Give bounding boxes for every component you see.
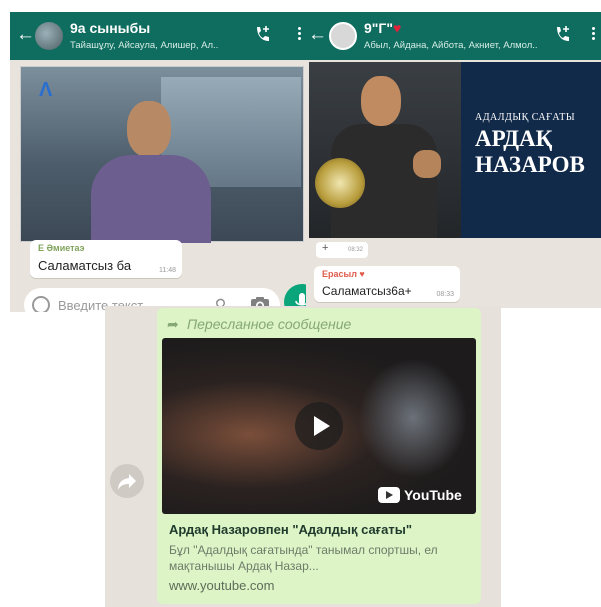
championship-belt bbox=[315, 158, 365, 208]
youtube-brand: YouTube bbox=[404, 487, 462, 503]
group-avatar[interactable] bbox=[35, 22, 63, 50]
link-title[interactable]: Ардақ Назаровпен "Адалдық сағаты" bbox=[169, 522, 412, 537]
chat-title-text: 9"Г" bbox=[364, 20, 393, 36]
chat-title[interactable]: 9"Г"♥ bbox=[364, 20, 401, 36]
youtube-play-icon bbox=[378, 487, 400, 503]
share-button[interactable] bbox=[110, 464, 144, 498]
channel-logo-icon: Λ bbox=[39, 79, 53, 101]
reaction-text: + bbox=[322, 242, 329, 254]
message-sender: Ерасыл ♥ bbox=[322, 269, 365, 279]
chat-participants: Абыл, Айдана, Айбота, Акниет, Алмол.. bbox=[364, 40, 538, 51]
forwarded-message-screen: ➦ Пересланное сообщение YouTube Ардақ На… bbox=[105, 306, 501, 607]
menu-icon[interactable] bbox=[298, 27, 302, 43]
reaction-bubble[interactable]: + 08:32 bbox=[316, 242, 368, 258]
video-line-2: АРДАҚ bbox=[475, 126, 553, 151]
person-body bbox=[91, 155, 211, 243]
link-description: Бұл "Адалдық сағатында" танымал спортшы,… bbox=[169, 543, 438, 573]
video-line-3: НАЗАРОВ bbox=[475, 152, 585, 177]
menu-icon[interactable] bbox=[592, 27, 596, 43]
message-sender: Е Әмиетаэ bbox=[38, 243, 85, 253]
boxer-head bbox=[361, 76, 401, 126]
forward-arrow-icon: ➦ bbox=[167, 316, 179, 332]
add-call-icon[interactable] bbox=[254, 24, 272, 44]
boxer-photo bbox=[309, 62, 461, 238]
link-url[interactable]: www.youtube.com bbox=[169, 578, 275, 593]
play-icon bbox=[314, 416, 330, 436]
emoji-icon[interactable] bbox=[32, 296, 50, 312]
back-arrow-icon[interactable]: ← bbox=[308, 25, 327, 45]
chat-participants: Тайашұлу, Айсаула, Алишер, Ал.. bbox=[70, 40, 219, 51]
group-avatar[interactable] bbox=[329, 22, 357, 50]
forwarded-message-bubble[interactable]: ➦ Пересланное сообщение YouTube Ардақ На… bbox=[157, 308, 481, 604]
right-chat-header: ← 9"Г"♥ Абыл, Айдана, Айбота, Акниет, Ал… bbox=[306, 12, 601, 60]
heart-icon: ♥ bbox=[393, 20, 402, 36]
message-time: 08:33 bbox=[436, 291, 454, 298]
reaction-time: 08:32 bbox=[347, 247, 363, 253]
video-line-1: АДАЛДЫҚ САҒАТЫ bbox=[475, 112, 576, 123]
video-thumbnail[interactable]: Λ bbox=[20, 66, 304, 243]
left-chat-screen: ← 9а сыныбы Тайашұлу, Айсаула, Алишер, А… bbox=[10, 12, 306, 312]
video-thumbnail[interactable]: АДАЛДЫҚ САҒАТЫ АРДАҚ НАЗАРОВ bbox=[309, 62, 601, 238]
play-button[interactable] bbox=[295, 402, 343, 450]
chat-title[interactable]: 9а сыныбы bbox=[70, 20, 150, 36]
message-text: Саламатсыз ба bbox=[38, 258, 132, 273]
share-arrow-icon bbox=[118, 474, 136, 490]
forwarded-label: Пересланное сообщение bbox=[187, 316, 352, 332]
left-chat-header: ← 9а сыныбы Тайашұлу, Айсаула, Алишер, А… bbox=[10, 12, 306, 60]
video-title-card: АДАЛДЫҚ САҒАТЫ АРДАҚ НАЗАРОВ bbox=[465, 62, 601, 238]
message-text: Саламатсыз6а+ bbox=[322, 284, 412, 298]
add-call-icon[interactable] bbox=[554, 24, 572, 44]
video-blur bbox=[358, 358, 468, 478]
youtube-video-preview[interactable]: YouTube bbox=[162, 338, 476, 514]
right-chat-screen: ← 9"Г"♥ Абыл, Айдана, Айбота, Акниет, Ал… bbox=[306, 12, 601, 308]
person-head bbox=[127, 101, 171, 157]
incoming-message[interactable]: Е Әмиетаэ Саламатсыз ба 11:48 bbox=[30, 240, 182, 278]
incoming-message[interactable]: Ерасыл ♥ Саламатсыз6а+ 08:33 bbox=[314, 266, 460, 302]
back-arrow-icon[interactable]: ← bbox=[16, 25, 35, 45]
boxer-fist bbox=[413, 150, 441, 178]
message-time: 11:48 bbox=[159, 267, 176, 274]
